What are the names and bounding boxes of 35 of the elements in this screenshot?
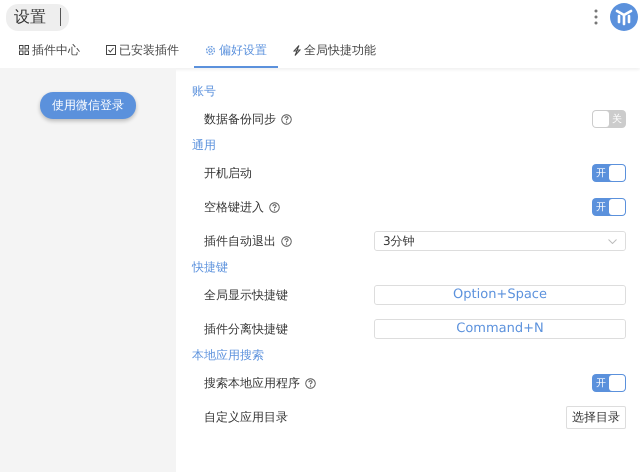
toggle-switch[interactable]: 开 [592, 198, 626, 216]
tab[interactable]: 插件中心 [8, 34, 91, 68]
choose-folder-button[interactable]: 选择目录 [566, 406, 626, 428]
checkbox-icon [106, 45, 116, 55]
section-heading: 通用 [192, 137, 217, 154]
help-icon[interactable] [305, 378, 316, 388]
tab[interactable]: 已安装插件 [95, 34, 190, 68]
setting-label: 插件自动退出 [204, 232, 276, 250]
grid-icon [19, 45, 29, 55]
toggle-switch[interactable]: 开 [592, 374, 626, 392]
section-heading: 快捷键 [192, 259, 229, 276]
help-icon[interactable] [269, 202, 280, 212]
search-field[interactable]: 设置 [6, 4, 69, 30]
chevron-down-icon [608, 238, 617, 244]
toggle-switch[interactable]: 开 [592, 164, 626, 182]
setting-label: 空格键进入 [204, 198, 264, 216]
help-icon[interactable] [281, 114, 292, 124]
shortcut-field[interactable]: Command+N [374, 319, 626, 339]
section-heading: 账号 [192, 83, 217, 100]
setting-label: 搜索本地应用程序 [204, 374, 300, 392]
shortcut-field[interactable]: Option+Space [374, 285, 626, 305]
wechat-login-button[interactable]: 使用微信登录 [40, 92, 136, 119]
setting-label: 自定义应用目录 [204, 408, 288, 426]
setting-label: 开机启动 [204, 164, 252, 182]
tab[interactable]: 偏好设置 [194, 34, 278, 68]
timeout-select[interactable]: 3分钟 [374, 231, 626, 251]
setting-label: 插件分离快捷键 [204, 320, 288, 338]
section-heading: 本地应用搜索 [192, 347, 265, 364]
gear-icon [205, 44, 216, 56]
setting-label: 全局显示快捷键 [204, 286, 288, 304]
setting-label: 数据备份同步 [204, 110, 276, 128]
lightning-icon [293, 44, 301, 56]
more-icon[interactable] [594, 9, 598, 25]
help-icon[interactable] [281, 236, 292, 246]
tab[interactable]: 全局快捷功能 [282, 34, 387, 68]
